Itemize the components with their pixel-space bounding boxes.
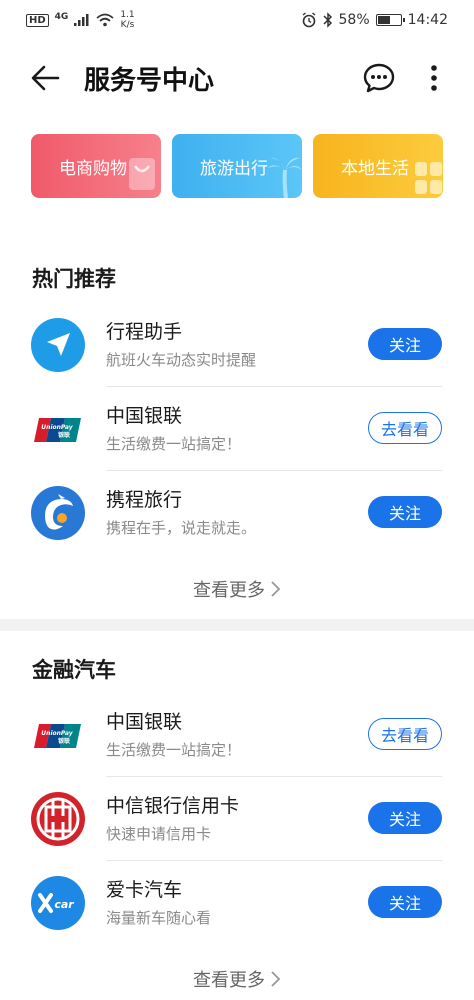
category-card-shopping[interactable]: 电商购物: [31, 134, 161, 198]
category-label: 本地生活: [341, 158, 409, 179]
item-desc: 快速申请信用卡: [106, 825, 212, 843]
svg-text:car: car: [54, 898, 74, 911]
battery-percent: 58%: [338, 12, 370, 28]
item-desc: 航班火车动态实时提醒: [106, 351, 257, 369]
title-bar: 服务号中心: [0, 52, 474, 102]
clock: 14:42: [407, 12, 448, 28]
item-desc: 海量新车随心看: [106, 909, 212, 927]
follow-button[interactable]: 关注: [368, 496, 442, 528]
category-card-travel[interactable]: 旅游出行: [172, 134, 302, 198]
category-cards: 电商购物 旅游出行 本地生活: [31, 134, 474, 198]
list-item[interactable]: 携程旅行 携程在手，说走就走。 关注: [0, 471, 474, 555]
status-left: HD 4G 1.1 K/s: [26, 10, 135, 30]
chevron-right-icon: [271, 971, 281, 987]
network-speed: 1.1 K/s: [120, 10, 134, 30]
navigation-arrow-icon: [31, 318, 85, 372]
follow-button[interactable]: 关注: [368, 886, 442, 918]
category-label: 电商购物: [59, 158, 127, 179]
item-name: 中国银联: [106, 711, 183, 733]
item-name: 中国银联: [106, 405, 183, 427]
svg-text:银联: 银联: [58, 431, 70, 439]
svg-text:UnionPay: UnionPay: [41, 730, 73, 737]
item-name: 行程助手: [106, 321, 183, 343]
page-title: 服务号中心: [84, 66, 215, 96]
see-more-link[interactable]: 查看更多: [0, 576, 474, 602]
chevron-right-icon: [271, 581, 281, 597]
list-item[interactable]: 中信银行信用卡 快速申请信用卡 关注: [0, 777, 474, 861]
category-card-local[interactable]: 本地生活: [313, 134, 443, 198]
item-name: 爱卡汽车: [106, 879, 183, 901]
follow-button[interactable]: 关注: [368, 802, 442, 834]
list-item[interactable]: car 爱卡汽车 海量新车随心看 关注: [0, 861, 474, 945]
citic-bank-logo-icon: [31, 792, 85, 846]
finance-section-title: 金融汽车: [32, 658, 116, 682]
svg-text:UnionPay: UnionPay: [41, 424, 73, 431]
grid-tiles-icon: [415, 162, 442, 194]
more-vertical-icon: [431, 65, 437, 91]
see-more-label: 查看更多: [193, 970, 265, 991]
palm-tree-icon: [268, 157, 302, 198]
see-more-label: 查看更多: [193, 580, 265, 601]
bluetooth-icon: [322, 12, 332, 28]
follow-button[interactable]: 关注: [368, 328, 442, 360]
item-name: 携程旅行: [106, 489, 183, 511]
network-type: 4G: [54, 12, 69, 22]
hot-section-title: 热门推荐: [32, 267, 116, 291]
battery-fill: [377, 16, 390, 24]
wifi-icon: [96, 13, 114, 27]
view-button[interactable]: 去看看: [368, 718, 442, 750]
ctrip-dolphin-icon: [31, 486, 85, 540]
status-right: 58% 14:42: [301, 12, 448, 28]
battery-icon: [375, 14, 405, 26]
speed-value: 1.1: [120, 10, 135, 20]
unionpay-logo-icon: UnionPay 银联: [31, 708, 85, 762]
alarm-icon: [302, 12, 315, 28]
hd-badge: HD: [26, 13, 49, 27]
item-name: 中信银行信用卡: [106, 795, 240, 817]
item-desc: 生活缴费一站搞定！: [106, 741, 242, 759]
status-bar: HD 4G 1.1 K/s 58% 14:42: [0, 0, 474, 40]
list-item[interactable]: 行程助手 航班火车动态实时提醒 关注: [0, 303, 474, 387]
section-divider: [0, 619, 474, 631]
category-label: 旅游出行: [200, 158, 268, 179]
chat-bubble-icon: [363, 63, 395, 93]
messages-button[interactable]: [362, 62, 396, 94]
signal-icon: [74, 14, 89, 26]
more-options-button[interactable]: [422, 60, 446, 96]
back-arrow-icon: [31, 65, 60, 91]
shopping-bag-icon: [129, 158, 155, 190]
item-desc: 携程在手，说走就走。: [106, 519, 257, 537]
xcar-logo-icon: car: [31, 876, 85, 930]
speed-unit: K/s: [120, 20, 135, 30]
list-item[interactable]: UnionPay 银联 中国银联 生活缴费一站搞定！ 去看看: [0, 693, 474, 777]
unionpay-logo-icon: UnionPay 银联: [31, 402, 85, 456]
list-item[interactable]: UnionPay 银联 中国银联 生活缴费一站搞定！ 去看看: [0, 387, 474, 471]
view-button[interactable]: 去看看: [368, 412, 442, 444]
see-more-link[interactable]: 查看更多: [0, 966, 474, 992]
back-button[interactable]: [28, 62, 64, 94]
svg-text:银联: 银联: [58, 737, 70, 745]
item-desc: 生活缴费一站搞定！: [106, 435, 242, 453]
